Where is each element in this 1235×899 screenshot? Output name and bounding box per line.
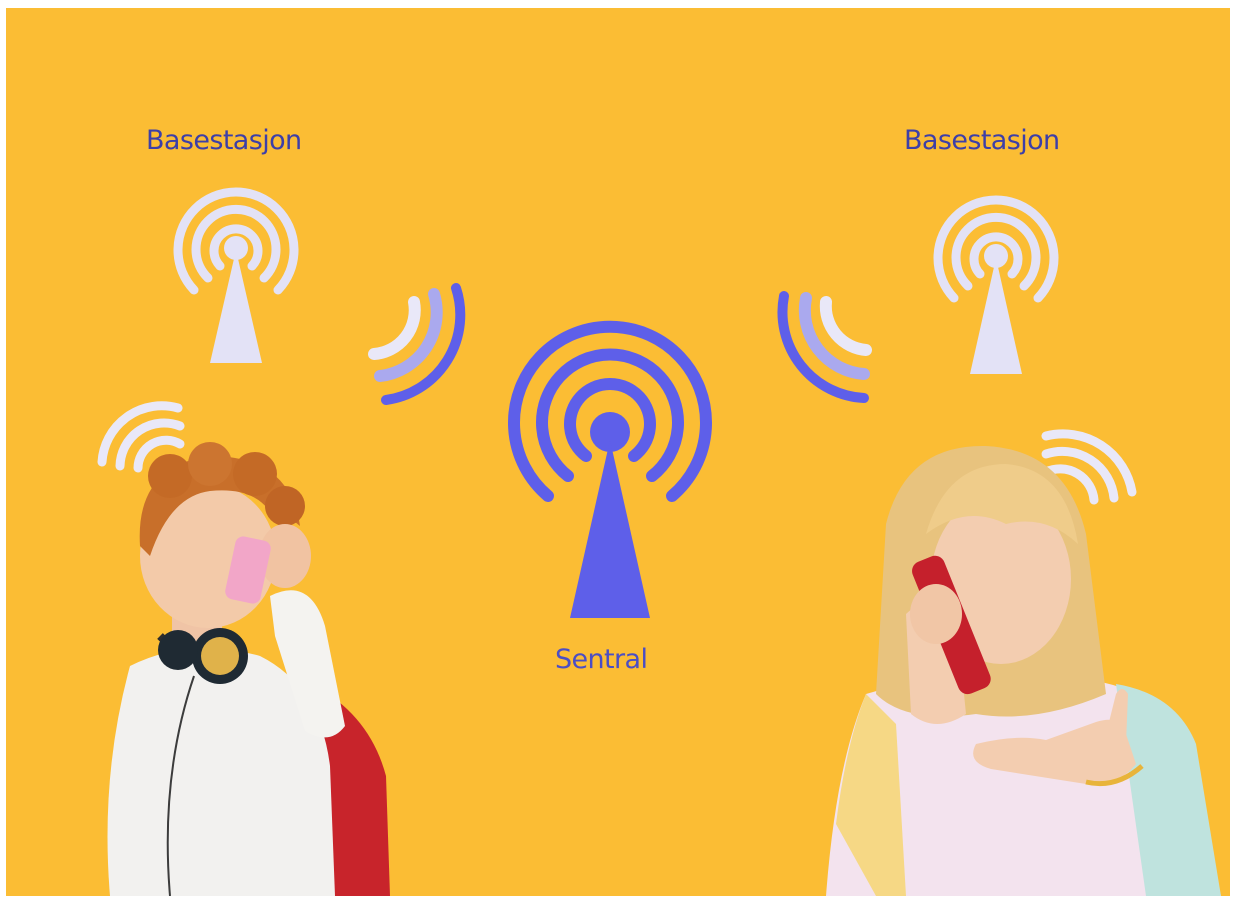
signal-waves-icon-center-right <box>777 291 872 403</box>
boy-with-phone <box>107 442 390 896</box>
base-station-label-right: Basestasjon <box>904 125 1060 156</box>
central-label: Sentral <box>555 644 648 675</box>
girl-with-phone <box>826 445 1221 896</box>
network-diagram: Basestasjon Basestasjon Sentral <box>6 8 1230 896</box>
signal-waves-icon-center-left <box>368 283 466 405</box>
base-station-antenna-icon-left <box>173 187 299 363</box>
base-station-antenna-icon-right <box>933 195 1059 374</box>
base-station-label-left: Basestasjon <box>146 125 302 156</box>
central-antenna-icon <box>508 320 712 618</box>
